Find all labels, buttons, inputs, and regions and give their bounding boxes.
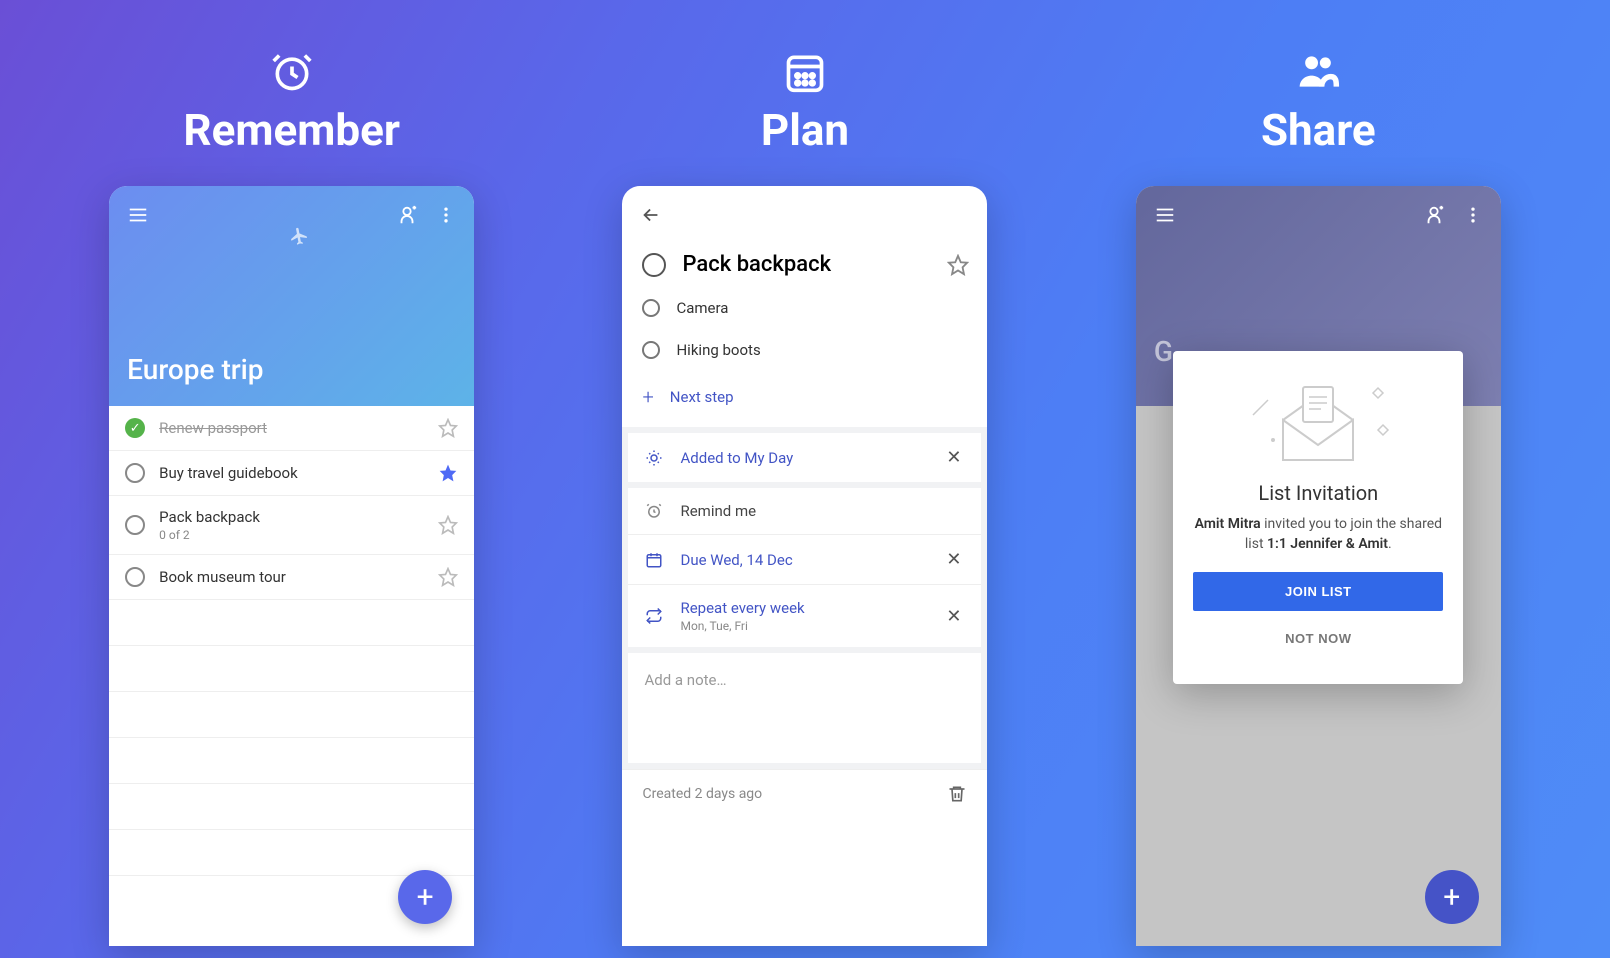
task-label: Book museum tour xyxy=(159,568,424,586)
remove-due-icon[interactable]: ✕ xyxy=(942,549,965,570)
join-list-button[interactable]: JOIN LIST xyxy=(1193,572,1443,611)
empty-row xyxy=(109,830,474,876)
task-checkbox[interactable] xyxy=(125,463,145,483)
repeat-label: Repeat every week xyxy=(680,599,926,617)
add-task-fab[interactable]: + xyxy=(1425,870,1479,924)
subtask-row[interactable]: Camera xyxy=(642,287,967,329)
column-share: Share G xyxy=(1087,50,1550,946)
phone-share: G + List In xyxy=(1136,186,1501,946)
subtask-label: Camera xyxy=(676,299,728,317)
task-row[interactable]: Buy travel guidebook xyxy=(109,451,474,496)
plane-icon xyxy=(288,224,311,247)
remind-label: Remind me xyxy=(680,502,965,520)
add-person-icon[interactable] xyxy=(1423,204,1445,226)
task-label: Renew passport xyxy=(159,419,424,437)
task-checkbox[interactable] xyxy=(642,253,666,277)
task-checkbox-checked[interactable]: ✓ xyxy=(125,418,145,438)
sun-icon xyxy=(644,449,664,467)
column-plan: Plan Pack backpack Camera xyxy=(573,50,1036,946)
myday-label: Added to My Day xyxy=(680,449,926,467)
more-vertical-icon[interactable] xyxy=(1463,205,1483,225)
note-placeholder: Add a note… xyxy=(644,671,726,689)
remove-repeat-icon[interactable]: ✕ xyxy=(942,606,965,627)
back-icon[interactable] xyxy=(640,204,662,226)
task-checkbox[interactable] xyxy=(125,515,145,535)
task-label: Pack backpack xyxy=(159,508,424,526)
task-row[interactable]: ✓ Renew passport xyxy=(109,406,474,451)
note-field[interactable]: Add a note… xyxy=(628,653,981,763)
list-name: 1:1 Jennifer & Amit xyxy=(1267,536,1388,552)
add-task-fab[interactable]: + xyxy=(398,870,452,924)
phone-remember: Europe trip ✓ Renew passport Buy travel … xyxy=(109,186,474,946)
column-title: Remember xyxy=(183,104,400,156)
empty-row xyxy=(109,692,474,738)
next-step-label: Next step xyxy=(670,388,734,406)
delete-icon[interactable] xyxy=(947,784,967,804)
empty-row xyxy=(109,646,474,692)
star-icon[interactable] xyxy=(438,515,458,535)
repeat-icon xyxy=(644,607,664,625)
empty-row xyxy=(109,600,474,646)
plus-icon: + xyxy=(642,385,653,409)
task-progress: 0 of 2 xyxy=(159,528,424,542)
menu-icon[interactable] xyxy=(1154,204,1176,226)
created-label: Created 2 days ago xyxy=(642,786,762,802)
myday-row[interactable]: Added to My Day ✕ xyxy=(628,433,981,482)
due-row[interactable]: Due Wed, 14 Dec ✕ xyxy=(628,535,981,585)
list-title: Europe trip xyxy=(127,353,456,386)
invitation-modal: List Invitation Amit Mitra invited you t… xyxy=(1173,351,1463,684)
add-subtask-button[interactable]: + Next step xyxy=(622,371,987,427)
task-row[interactable]: Pack backpack 0 of 2 xyxy=(109,496,474,555)
subtask-label: Hiking boots xyxy=(676,341,760,359)
alarm-icon xyxy=(270,50,314,94)
inviter-name: Amit Mitra xyxy=(1195,516,1261,532)
phone-plan: Pack backpack Camera Hiking boots + Next… xyxy=(622,186,987,946)
star-icon-filled[interactable] xyxy=(438,463,458,483)
envelope-illustration xyxy=(1243,375,1393,465)
remind-row[interactable]: Remind me xyxy=(628,488,981,535)
task-title: Pack backpack xyxy=(682,252,931,277)
menu-icon[interactable] xyxy=(127,204,149,226)
people-icon xyxy=(1296,50,1340,94)
modal-title: List Invitation xyxy=(1193,481,1443,505)
star-icon[interactable] xyxy=(438,418,458,438)
empty-row xyxy=(109,738,474,784)
more-vertical-icon[interactable] xyxy=(436,205,456,225)
star-icon[interactable] xyxy=(438,567,458,587)
task-label: Buy travel guidebook xyxy=(159,464,424,482)
repeat-days: Mon, Tue, Fri xyxy=(680,619,926,633)
subtask-checkbox[interactable] xyxy=(642,341,660,359)
star-icon[interactable] xyxy=(947,254,967,276)
column-remember: Remember xyxy=(60,50,523,946)
calendar-icon xyxy=(644,551,664,569)
repeat-row[interactable]: Repeat every week Mon, Tue, Fri ✕ xyxy=(628,585,981,647)
task-row[interactable]: Book museum tour xyxy=(109,555,474,600)
column-title: Share xyxy=(1261,104,1376,156)
add-person-icon[interactable] xyxy=(396,204,418,226)
alarm-icon xyxy=(644,502,664,520)
not-now-button[interactable]: NOT NOW xyxy=(1193,619,1443,658)
remove-myday-icon[interactable]: ✕ xyxy=(942,447,965,468)
task-checkbox[interactable] xyxy=(125,567,145,587)
column-title: Plan xyxy=(761,104,849,156)
due-label: Due Wed, 14 Dec xyxy=(680,551,926,569)
calendar-icon xyxy=(783,50,827,94)
subtask-checkbox[interactable] xyxy=(642,299,660,317)
empty-row xyxy=(109,784,474,830)
modal-text: Amit Mitra invited you to join the share… xyxy=(1193,515,1443,554)
subtask-row[interactable]: Hiking boots xyxy=(642,329,967,371)
